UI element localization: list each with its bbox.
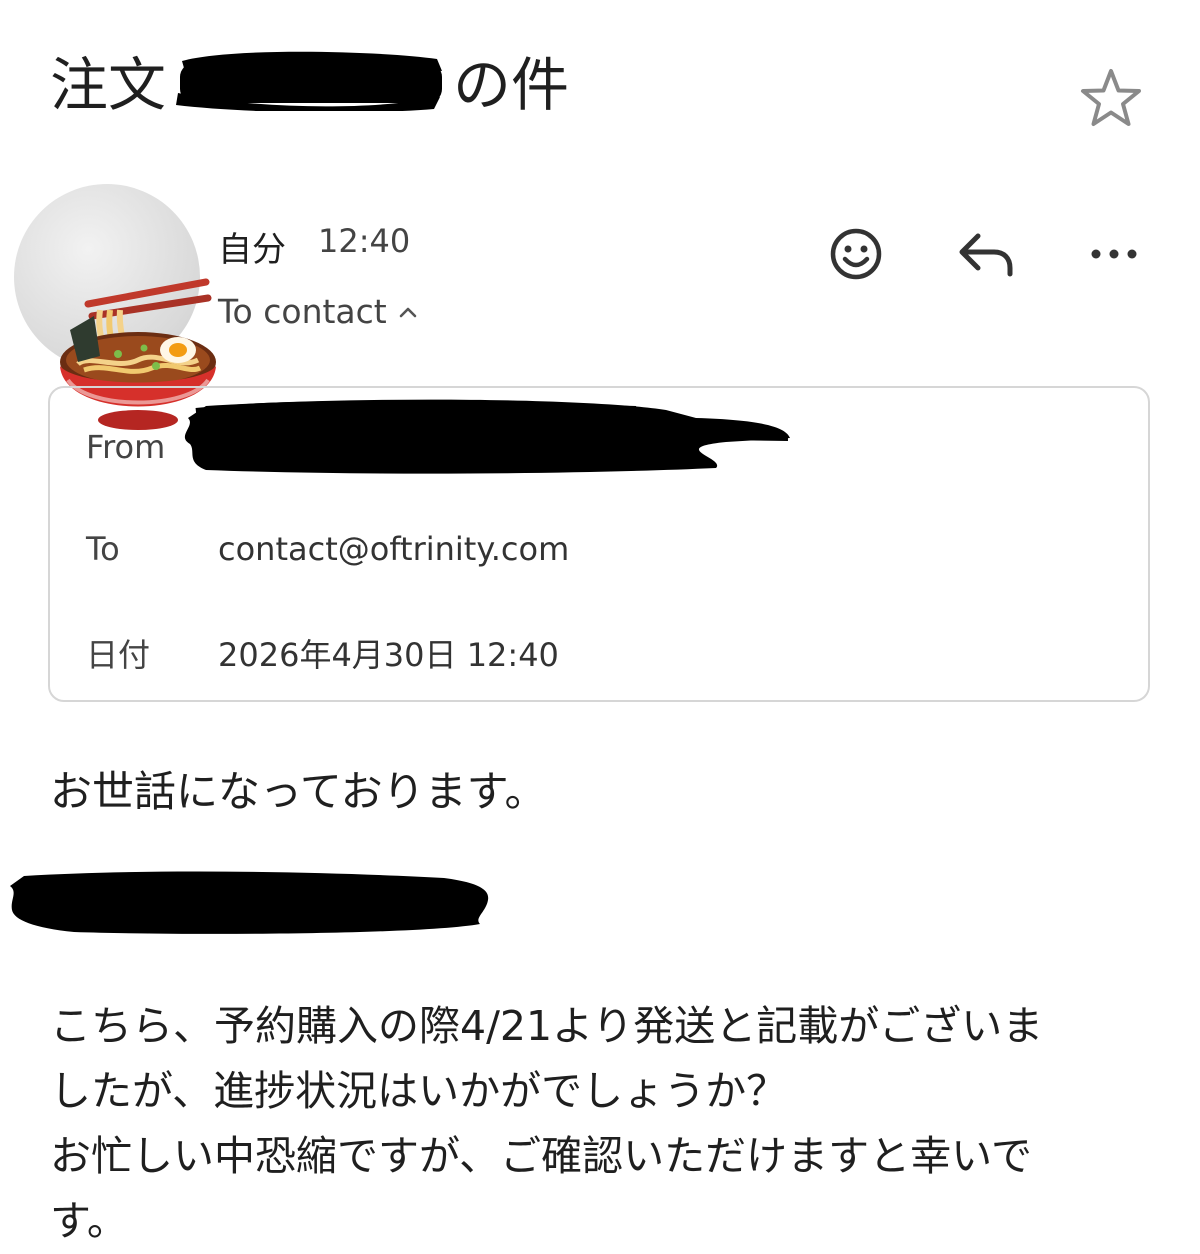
body-line: こちら、予約購入の際4/21より発送と記載がございま [50, 1002, 1044, 1050]
redaction-mark [10, 871, 489, 934]
chevron-up-icon [399, 307, 417, 317]
recipients-summary: To contact [218, 292, 387, 331]
recipients-toggle[interactable]: To contact [218, 292, 419, 331]
redaction-mark [184, 399, 791, 474]
smiley-icon[interactable] [824, 222, 888, 286]
body-line: したが、進捗状況はいかがでしょうか？ [50, 1067, 788, 1115]
redaction-mark [176, 51, 443, 111]
subject-prefix: 注文 [50, 51, 167, 119]
body-line: す。 [50, 1197, 128, 1245]
message-time: 12:40 [318, 222, 411, 260]
sender-name: 自分 [218, 230, 286, 270]
reply-icon[interactable] [952, 222, 1016, 286]
subject-suffix: の件 [453, 51, 570, 119]
date-value: 2026年4月30日 12:40 [218, 636, 559, 674]
body-greeting: お世話になっております。 [50, 767, 547, 816]
from-label: From [86, 428, 166, 466]
body-paragraph: こちら、予約購入の際4/21より発送と記載がございま したが、進捗状況はいかがで… [50, 994, 1150, 1254]
more-horizontal-icon[interactable] [1082, 222, 1146, 286]
email-subject: 注文 の件 [50, 40, 569, 120]
date-label: 日付 [86, 636, 151, 674]
star-icon[interactable] [1078, 66, 1144, 132]
body-line: お忙しい中恐縮ですが、ご確認いただけますと幸いで [50, 1132, 1032, 1180]
to-label: To [86, 530, 120, 568]
to-address[interactable]: contact@oftrinity.com [218, 530, 569, 568]
